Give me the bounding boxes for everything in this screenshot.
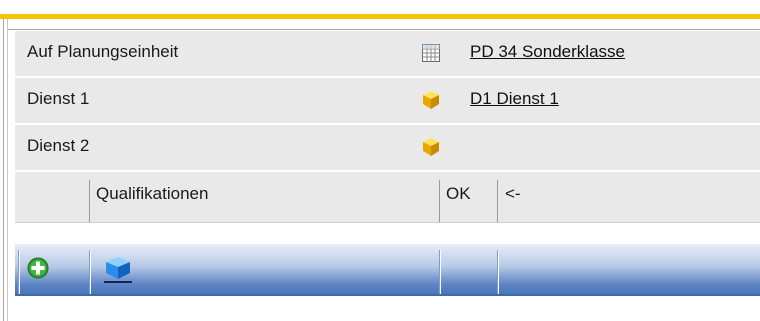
gold-cube-icon [423,138,439,156]
row-dienst-1: Dienst 1 D1 Dienst 1 [15,78,760,125]
add-green-icon[interactable] [27,257,49,279]
qualifikationen-table-header: Qualifikationen OK <- [15,172,760,223]
row-label: Dienst 1 [27,89,90,108]
top-strip [0,0,760,19]
grid-icon [422,44,440,62]
blue-cube-icon [106,257,130,279]
column-header-ok[interactable]: OK [446,184,471,204]
row-label: Auf Planungseinheit [27,42,179,61]
row-planungseinheit: Auf Planungseinheit PD 34 Sonderklasse [15,31,760,78]
gold-cube-icon [423,91,439,109]
column-header-qualifikationen[interactable]: Qualifikationen [96,184,208,204]
dienst-1-link[interactable]: D1 Dienst 1 [470,89,559,109]
column-header-back[interactable]: <- [505,184,521,204]
blue-cube-button[interactable] [104,256,132,283]
row-dienst-2: Dienst 2 [15,125,760,172]
row-label: Dienst 2 [27,136,90,155]
planungseinheit-link[interactable]: PD 34 Sonderklasse [470,42,625,62]
table-toolbar-row [15,244,760,296]
